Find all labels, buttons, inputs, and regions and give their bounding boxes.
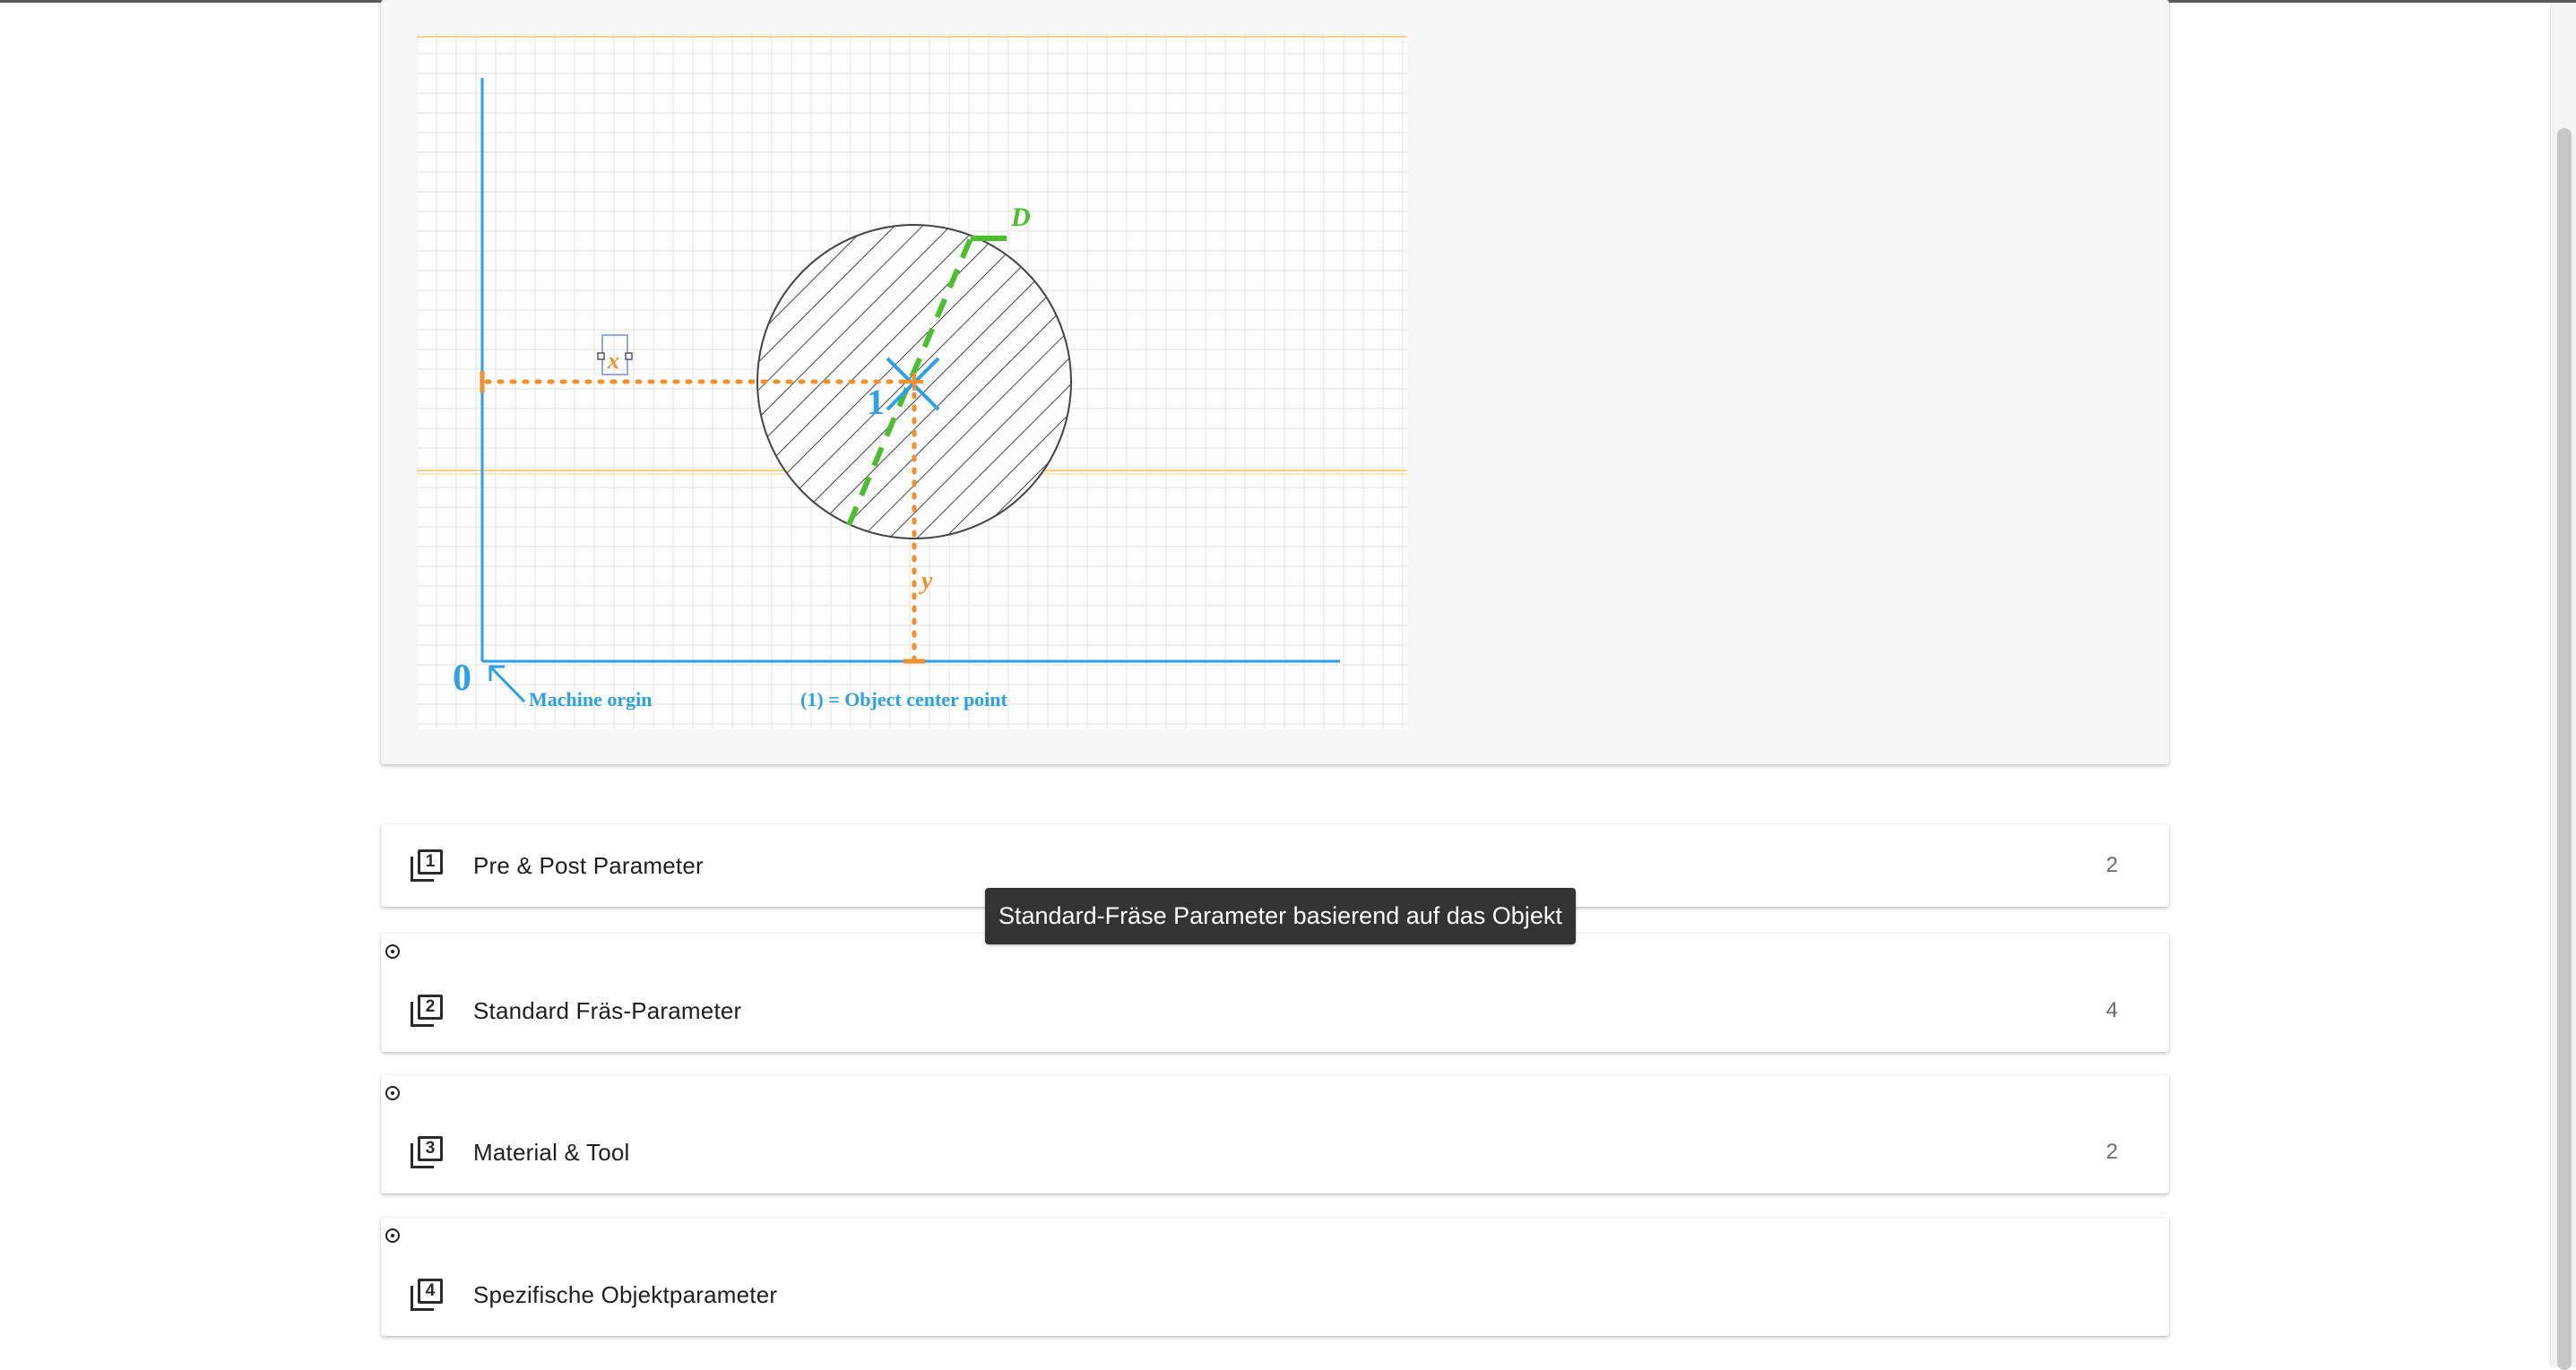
panel-header[interactable]: 3 Material & Tool 2 bbox=[381, 1111, 2169, 1193]
radio-target-icon[interactable] bbox=[385, 1228, 400, 1243]
scrollbar-track[interactable] bbox=[2550, 3, 2576, 1370]
panel-header[interactable]: 2 Standard Fräs-Parameter 4 bbox=[381, 969, 2169, 1052]
object-center-label: (1) = Object center point bbox=[800, 688, 1008, 711]
filter-2-icon: 2 bbox=[411, 995, 443, 1027]
panel-title: Standard Fräs-Parameter bbox=[473, 996, 742, 1024]
filter-1-icon: 1 bbox=[411, 849, 443, 882]
diameter-label: D bbox=[1010, 202, 1031, 232]
panel-title: Spezifische Objektparameter bbox=[473, 1280, 778, 1308]
x-label-handle-left bbox=[597, 352, 605, 360]
radio-target-icon[interactable] bbox=[385, 1086, 400, 1100]
x-label: x bbox=[607, 348, 619, 374]
tooltip: Standard-Fräse Parameter basierend auf d… bbox=[985, 888, 1576, 944]
machine-origin-label: Machine orgin bbox=[529, 688, 653, 711]
panel-title: Pre & Post Parameter bbox=[473, 851, 704, 879]
machine-coordinate-diagram: D x y 1 0 Machine orgin (1) = Object cen… bbox=[417, 34, 1407, 729]
x-label-handle-right bbox=[625, 352, 633, 360]
origin-zero-label: 0 bbox=[453, 658, 471, 699]
panel-title: Material & Tool bbox=[473, 1138, 630, 1166]
panel-count: 2 bbox=[2105, 853, 2118, 877]
scrollbar-thumb[interactable] bbox=[2557, 128, 2572, 1370]
y-label: y bbox=[919, 567, 933, 595]
radio-target-icon[interactable] bbox=[385, 944, 400, 959]
panel-material-tool[interactable]: 3 Material & Tool 2 bbox=[381, 1075, 2169, 1193]
center-point-label: 1 bbox=[867, 382, 885, 422]
circle-pocket-drawing: D x y 1 0 Machine orgin (1) = Object cen… bbox=[417, 34, 1407, 729]
panel-standard-fraes-parameter[interactable]: 2 Standard Fräs-Parameter 4 bbox=[381, 934, 2169, 1052]
panel-spezifische-objektparameter[interactable]: 4 Spezifische Objektparameter bbox=[381, 1218, 2169, 1336]
filter-4-icon: 4 bbox=[411, 1279, 443, 1311]
diagram-card: D x y 1 0 Machine orgin (1) = Object cen… bbox=[381, 0, 2169, 764]
filter-3-icon: 3 bbox=[411, 1136, 443, 1168]
panel-count: 4 bbox=[2105, 998, 2118, 1022]
panel-header[interactable]: 4 Spezifische Objektparameter bbox=[381, 1254, 2169, 1336]
panel-count: 2 bbox=[2105, 1140, 2118, 1164]
